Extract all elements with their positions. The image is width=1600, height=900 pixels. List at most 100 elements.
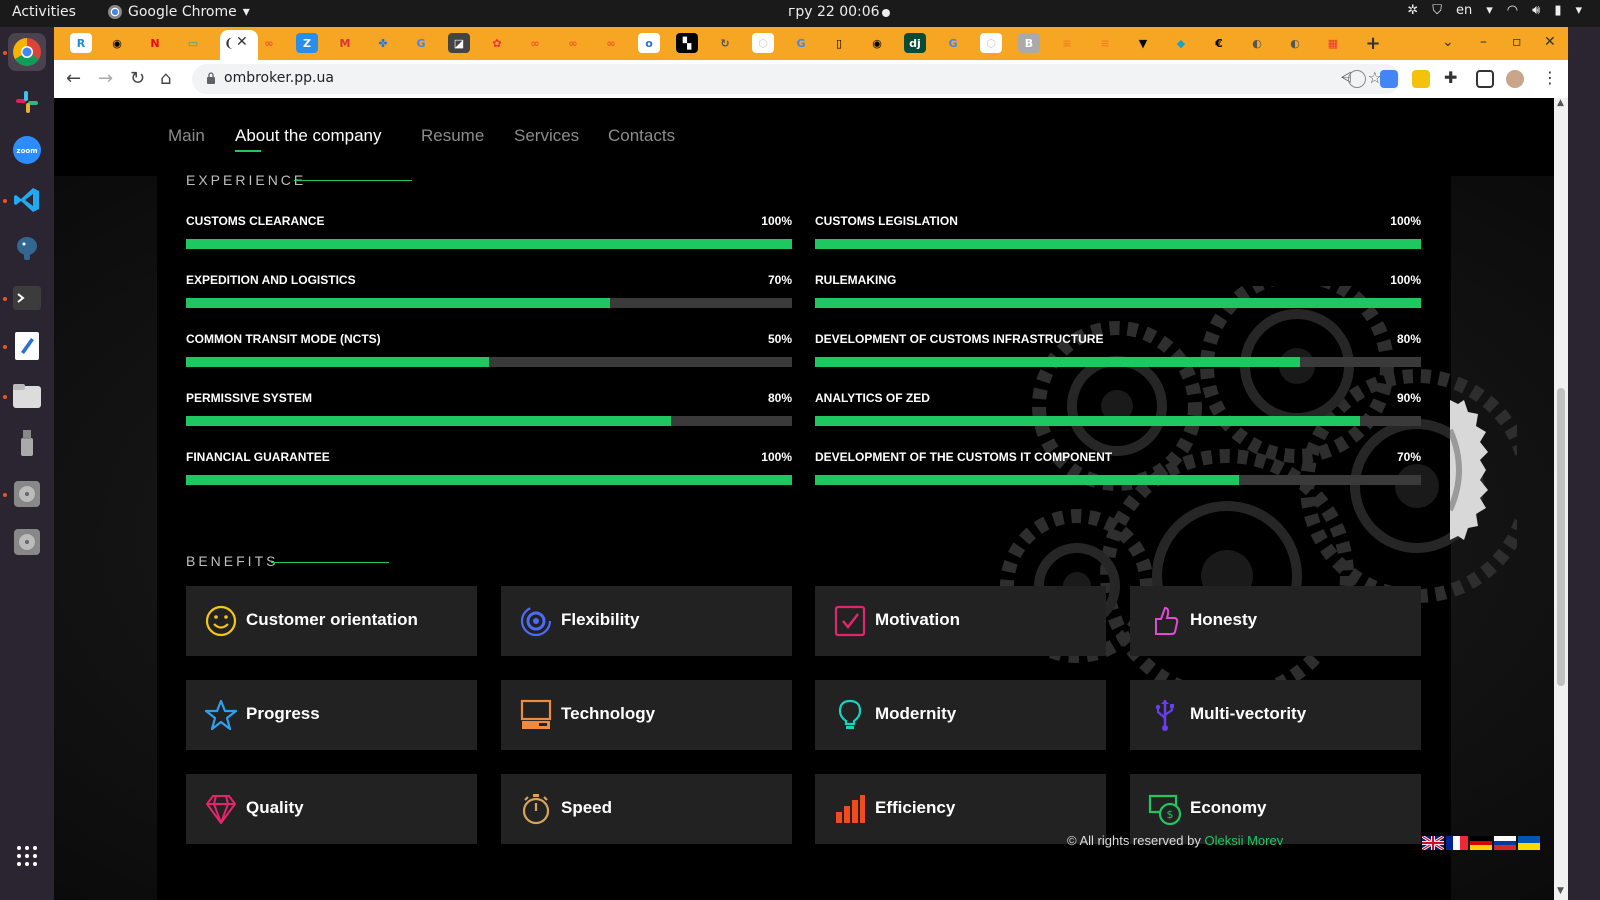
tab-gmail-icon[interactable]: M (334, 33, 356, 53)
keyboard-layout[interactable]: en (1456, 3, 1472, 18)
terminal-dock-icon[interactable] (8, 279, 46, 317)
system-tray[interactable]: ✲ ⛉ en ▾ ◠ 🔊︎ ▮ ▾ (1407, 3, 1582, 18)
skill-name: DEVELOPMENT OF CUSTOMS INFRASTRUCTURE (815, 332, 1104, 346)
files-dock-icon[interactable] (8, 377, 46, 415)
lock-icon[interactable] (206, 72, 216, 84)
volume-icon[interactable]: 🔊︎ (1532, 3, 1540, 18)
page-scrollbar[interactable]: ▲ ▼ (1554, 98, 1568, 900)
nav-contacts[interactable]: Contacts (608, 126, 675, 146)
clock[interactable]: гру 22 00:06 (788, 4, 880, 20)
tab-favicon[interactable]: € (1208, 33, 1230, 53)
nav-resume[interactable]: Resume (421, 126, 484, 146)
tab-google-icon[interactable]: G (410, 33, 432, 53)
scrollbar-thumb[interactable] (1557, 388, 1565, 686)
reload-button[interactable]: ↻ (130, 68, 145, 89)
tab-google-icon[interactable]: G (942, 33, 964, 53)
maximize-button[interactable]: ▫ (1512, 34, 1522, 50)
new-tab-button[interactable]: + (1362, 33, 1384, 54)
zoom-dock-icon[interactable]: zoom (8, 131, 46, 169)
tab-google-icon[interactable]: G (790, 33, 812, 53)
translate-extension-icon[interactable] (1380, 70, 1398, 88)
usb-drive-dock-icon[interactable] (8, 425, 46, 463)
more-menu-icon[interactable]: ⋮ (1542, 68, 1558, 87)
wifi-icon[interactable]: ◠ (1507, 3, 1518, 18)
side-panel-icon[interactable] (1476, 70, 1494, 88)
tab-favicon[interactable]: ∞ (524, 33, 546, 53)
flag-de-icon[interactable] (1470, 836, 1492, 850)
skill-name: RULEMAKING (815, 273, 897, 287)
chrome-dock-icon[interactable] (8, 33, 46, 71)
nav-services[interactable]: Services (514, 126, 579, 146)
skill-bar: DEVELOPMENT OF THE CUSTOMS IT COMPONENT … (815, 450, 1421, 492)
close-window-button[interactable]: ✕ (1544, 34, 1556, 50)
flag-fr-icon[interactable] (1446, 836, 1468, 850)
slack-dock-icon[interactable] (8, 83, 46, 121)
tab-favicon[interactable]: ✿ (486, 33, 508, 53)
minimize-button[interactable]: – (1480, 34, 1487, 50)
text-editor-dock-icon[interactable] (8, 327, 46, 365)
tab-github-icon[interactable]: ◉ (106, 33, 128, 53)
skill-bar: RULEMAKING 100% (815, 273, 1421, 315)
tab-favicon[interactable]: ▦ (1322, 33, 1344, 53)
flag-ua-icon[interactable] (1518, 836, 1540, 850)
tab-active[interactable]: ❨ ✕ (220, 30, 258, 60)
tab-favicon[interactable]: ◆ (1170, 33, 1192, 53)
tab-favicon-z[interactable]: Z (296, 33, 318, 53)
tab-stackoverflow-icon[interactable]: ≡ (1094, 33, 1116, 53)
address-bar[interactable]: ombroker.pp.ua ⩤ ☆ (192, 64, 1400, 94)
tab-favicon[interactable]: ◐ (1246, 33, 1268, 53)
tab-favicon[interactable]: ▯ (828, 33, 850, 53)
tab-close-icon[interactable]: ✕ (236, 34, 248, 50)
tab-favicon[interactable]: ⬡ (980, 33, 1002, 53)
vscode-dock-icon[interactable] (8, 181, 46, 219)
tab-favicon[interactable]: ↻ (714, 33, 736, 53)
tab-favicon[interactable]: ◐ (1284, 33, 1306, 53)
running-indicator (3, 345, 7, 349)
shield-icon[interactable]: ⛉ (1432, 3, 1442, 18)
puzzle-icon[interactable]: ✚ (1444, 68, 1457, 87)
tab-search-icon[interactable]: ⌄ (1442, 34, 1454, 50)
benefit-card: Technology (501, 680, 792, 750)
tab-django-icon[interactable]: dj (904, 33, 926, 53)
activities-button[interactable]: Activities (12, 4, 76, 20)
tab-stackoverflow-icon[interactable]: ≡ (1056, 33, 1078, 53)
tab-github-icon[interactable]: ◉ (866, 33, 888, 53)
system-top-bar: Activities Google Chrome ▾ гру 22 00:06 … (0, 0, 1600, 27)
extension-globe-icon[interactable] (1348, 70, 1366, 88)
app-menu[interactable]: Google Chrome ▾ (108, 4, 250, 20)
slack-tray-icon[interactable]: ✲ (1407, 3, 1418, 18)
disk-dock-icon[interactable] (8, 523, 46, 561)
tab-favicon[interactable]: ▭ (182, 33, 204, 53)
url-text[interactable]: ombroker.pp.ua (224, 70, 334, 86)
home-button[interactable]: ⌂ (160, 68, 171, 89)
skill-track (815, 357, 1421, 367)
tab-favicon[interactable]: ∞ (258, 33, 280, 53)
tab-netflix-icon[interactable]: N (144, 33, 166, 53)
tab-favicon[interactable]: ◪ (448, 33, 470, 53)
tab-favicon[interactable]: ∞ (562, 33, 584, 53)
tab-favicon[interactable]: o (638, 33, 660, 53)
disk-dock-icon[interactable] (8, 475, 46, 513)
flag-ru-icon[interactable] (1494, 836, 1516, 850)
skill-percent: 70% (767, 273, 792, 287)
battery-icon[interactable]: ▮ (1554, 3, 1561, 18)
author-link[interactable]: Oleksii Morev (1204, 833, 1283, 848)
tab-favicon-b[interactable]: B (1018, 33, 1040, 53)
tab-favicon[interactable]: ⬡ (752, 33, 774, 53)
nav-main[interactable]: Main (168, 126, 205, 146)
postgres-dock-icon[interactable] (8, 229, 46, 267)
tab-favicon[interactable]: ▼ (1132, 33, 1154, 53)
avatar[interactable] (1506, 70, 1524, 88)
forward-button[interactable]: → (98, 68, 113, 89)
back-button[interactable]: ← (66, 68, 81, 89)
extension-icon[interactable] (1412, 70, 1430, 88)
tab-favicon[interactable]: ∞ (600, 33, 622, 53)
scroll-up-icon[interactable]: ▲ (1557, 98, 1564, 108)
flag-en-icon[interactable] (1422, 836, 1444, 850)
app-grid-icon[interactable] (8, 837, 46, 875)
tab-favicon-r[interactable]: R (70, 33, 92, 53)
scroll-down-icon[interactable]: ▼ (1557, 886, 1564, 896)
tab-favicon[interactable]: ✤ (372, 33, 394, 53)
nav-about[interactable]: About the company (235, 126, 381, 146)
tab-favicon[interactable]: ▚ (676, 33, 698, 53)
